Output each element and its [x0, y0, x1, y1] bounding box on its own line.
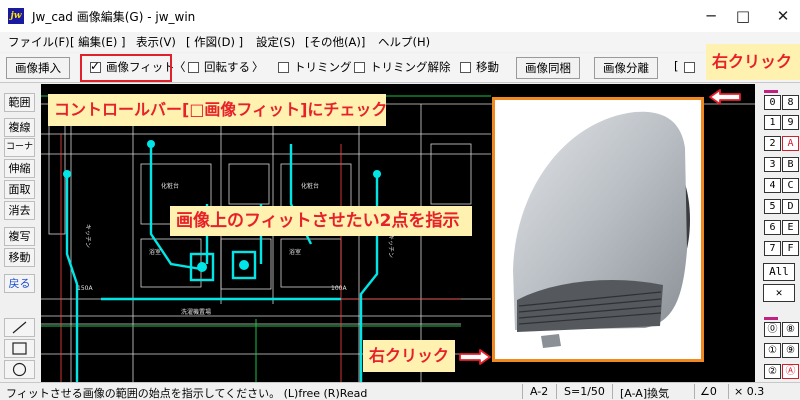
menu-help[interactable]: ヘルプ(H): [378, 34, 430, 50]
tool-stretch[interactable]: 伸縮: [4, 159, 35, 178]
canvas-label-bath-right: 浴室: [289, 248, 301, 256]
arrow-left-icon: [709, 89, 741, 105]
layer-cross-button[interactable]: ✕: [763, 284, 795, 302]
canvas-label-100a: 100A: [331, 285, 347, 292]
group-btn-8[interactable]: ⑧: [782, 322, 799, 337]
layer-btn-5[interactable]: 5: [764, 199, 781, 214]
status-separator: [612, 384, 613, 399]
menu-draw[interactable]: [ 作図(D) ]: [186, 34, 243, 50]
status-paper[interactable]: A-2: [530, 385, 548, 398]
status-scale[interactable]: S=1/50: [564, 385, 605, 398]
tool-copy[interactable]: 複写: [4, 227, 35, 246]
status-message: フィットさせる画像の範囲の始点を指示してください。 (L)free (R)Rea…: [6, 387, 368, 400]
canvas-label-150a: 150A: [77, 285, 93, 292]
layer-btn-1[interactable]: 1: [764, 115, 781, 130]
status-separator: [728, 384, 729, 399]
annotation-pick-two-points: 画像上のフィットさせたい2点を指示: [170, 206, 472, 236]
tool-chamfer[interactable]: 面取: [4, 180, 35, 199]
trimming-release-label: トリミング解除: [370, 60, 451, 74]
layer-btn-a[interactable]: A: [782, 136, 799, 151]
layer-btn-b[interactable]: B: [782, 157, 799, 172]
status-factor[interactable]: × 0.3: [734, 385, 764, 398]
paren-close: 〉: [252, 60, 264, 74]
canvas-label-vanity-left: 化粧台: [161, 182, 179, 190]
layer-btn-3[interactable]: 3: [764, 157, 781, 172]
move-label: 移動: [476, 60, 499, 74]
tool-range[interactable]: 範囲: [4, 93, 35, 112]
layer-btn-9[interactable]: 9: [782, 115, 799, 130]
group-btn-1[interactable]: ①: [764, 343, 781, 358]
layer-btn-6[interactable]: 6: [764, 220, 781, 235]
window-title: Jw_cad 画像編集(G) - jw_win: [32, 10, 196, 24]
right-toolbar: 0 1 2 3 4 5 6 7 8 9 A B C D E F All ✕ ⓪ …: [756, 84, 800, 382]
layer-btn-f[interactable]: F: [782, 241, 799, 256]
tool-undo[interactable]: 戻る: [4, 274, 35, 293]
status-bar: フィットさせる画像の範囲の始点を指示してください。 (L)free (R)Rea…: [0, 382, 800, 400]
tool-corner[interactable]: コーナー: [4, 138, 35, 169]
fit-image-highlight-frame: [80, 54, 172, 82]
layer-btn-e[interactable]: E: [782, 220, 799, 235]
group-btn-9[interactable]: ⑨: [782, 343, 799, 358]
line-tool-icon[interactable]: [4, 318, 35, 337]
menu-other[interactable]: [その他(A)]: [305, 34, 365, 50]
layer-all-button[interactable]: All: [763, 263, 795, 281]
layer-btn-d[interactable]: D: [782, 199, 799, 214]
trimming-checkbox[interactable]: [278, 62, 289, 73]
status-separator: [694, 384, 695, 399]
tool-erase[interactable]: 消去: [4, 201, 35, 220]
title-bar: jw Jw_cad 画像編集(G) - jw_win ─ □ ✕: [0, 0, 800, 32]
bracket-cut: [: [674, 59, 679, 73]
vent-hood-image: [513, 111, 690, 348]
arrow-right-icon: [459, 349, 491, 365]
trimming-release-checkbox[interactable]: [354, 62, 365, 73]
layer-btn-7[interactable]: 7: [764, 241, 781, 256]
menu-edit[interactable]: [ 編集(E) ]: [70, 34, 126, 50]
status-layer[interactable]: [A-A]換気: [620, 385, 669, 400]
layer-btn-c[interactable]: C: [782, 178, 799, 193]
menu-file[interactable]: ファイル(F): [8, 34, 70, 50]
canvas-label-bath-left: 浴室: [149, 248, 161, 256]
canvas-label-laundry: 洗濯機置場: [181, 308, 211, 316]
annotation-right-click-top: 右クリック: [706, 44, 800, 80]
move-checkbox[interactable]: [460, 62, 471, 73]
canvas-label-kitchen-left: キッチン: [84, 224, 91, 248]
rotate-label: 回転する: [204, 60, 250, 74]
circle-tool-icon[interactable]: [4, 360, 35, 379]
rectangle-tool-icon[interactable]: [4, 339, 35, 358]
close-button[interactable]: ✕: [760, 0, 800, 32]
group-btn-a[interactable]: Ⓐ: [782, 364, 799, 379]
tool-offset-line[interactable]: 複線: [4, 118, 35, 137]
layer-group-marker: [764, 90, 778, 93]
layer-group-marker-lower: [764, 317, 778, 320]
menu-bar: ファイル(F) [ 編集(E) ] 表示(V) [ 作図(D) ] 設定(S) …: [0, 32, 800, 52]
inserted-image[interactable]: [492, 97, 704, 362]
insert-image-button[interactable]: 画像挿入: [6, 57, 70, 79]
left-toolbar: 範囲 複線 コーナー 伸縮 面取 消去 複写 移動 戻る: [0, 84, 40, 382]
status-angle[interactable]: ∠0: [700, 385, 717, 398]
layer-btn-4[interactable]: 4: [764, 178, 781, 193]
layer-btn-0[interactable]: 0: [764, 95, 781, 110]
annotation-right-click-bottom: 右クリック: [363, 340, 455, 372]
layer-btn-8[interactable]: 8: [782, 95, 799, 110]
paren-open: 〈: [174, 60, 186, 74]
image-sync-button[interactable]: 画像同梱: [516, 57, 580, 79]
group-btn-2[interactable]: ②: [764, 364, 781, 379]
group-btn-0[interactable]: ⓪: [764, 322, 781, 337]
annotation-check-fit: コントロールバー[□画像フィット]にチェック: [48, 94, 387, 126]
layer-btn-2[interactable]: 2: [764, 136, 781, 151]
status-separator: [522, 384, 523, 399]
image-separate-button[interactable]: 画像分離: [594, 57, 658, 79]
app-icon: jw: [8, 8, 24, 24]
extra-checkbox[interactable]: [684, 62, 695, 73]
trimming-label: トリミング: [294, 60, 352, 74]
rotate-checkbox[interactable]: [188, 62, 199, 73]
menu-view[interactable]: 表示(V): [136, 34, 176, 50]
tool-move[interactable]: 移動: [4, 248, 35, 267]
status-separator: [556, 384, 557, 399]
menu-settings[interactable]: 設定(S): [256, 34, 295, 50]
canvas-label-vanity-right: 化粧台: [301, 182, 319, 190]
canvas-label-kitchen-right: キッチン: [387, 234, 394, 258]
